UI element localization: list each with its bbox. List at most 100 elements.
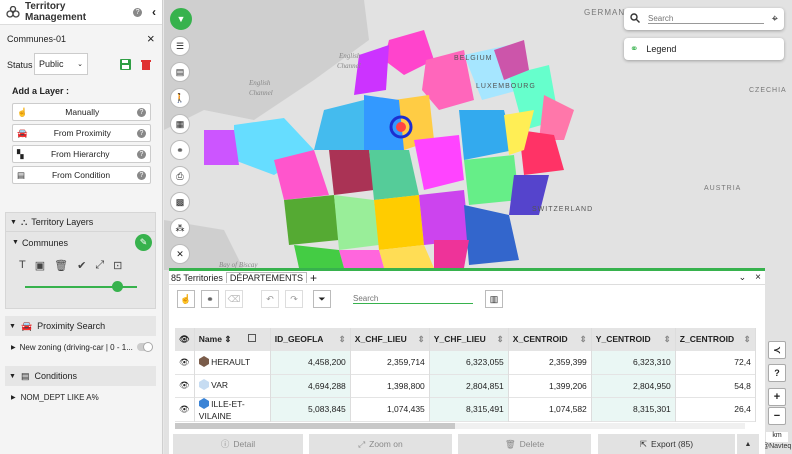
column-header-y-centroid[interactable]: Y_CENTROID ⇕: [591, 328, 676, 351]
status-select[interactable]: Public ⌄: [34, 53, 88, 75]
legend-button[interactable]: ⚭ Legend: [624, 38, 784, 60]
image-icon[interactable]: ▣: [35, 259, 45, 272]
table-cell: 2,359,399: [508, 351, 592, 374]
eraser-button[interactable]: ⌫: [225, 290, 243, 308]
table-cell: 6,323,055: [429, 351, 509, 374]
print-button[interactable]: ⎙: [170, 166, 190, 186]
territory-layers-header[interactable]: ▼ ⛬ Territory Layers: [6, 213, 155, 231]
chart-button[interactable]: ▥: [485, 290, 503, 308]
caret-down-icon: ▼: [10, 218, 17, 226]
checkbox[interactable]: [247, 334, 256, 342]
horizontal-scrollbar[interactable]: [175, 423, 745, 429]
export-button[interactable]: ⇱ Export (85): [598, 434, 735, 454]
territory-button[interactable]: ⚭: [170, 140, 190, 160]
detail-button[interactable]: ⓘ Detail: [173, 434, 303, 454]
select-tool-button[interactable]: ☝: [177, 290, 195, 308]
help-icon[interactable]: ?: [137, 149, 146, 159]
check-circle-icon[interactable]: ✔: [77, 259, 86, 272]
zoom-extent-icon[interactable]: ⊡: [113, 259, 122, 272]
visibility-toggle[interactable]: 👁: [175, 374, 195, 397]
territory-name-cell: HERAULT: [194, 351, 271, 374]
help-button[interactable]: ?: [768, 364, 786, 382]
close-icon[interactable]: ×: [755, 272, 761, 283]
visibility-toggle[interactable]: 👁: [175, 397, 195, 421]
eraser-icon: ⌫: [227, 293, 241, 304]
condition-item[interactable]: ▶ NOM_DEPT LIKE A%: [5, 386, 156, 408]
zoom-in-button[interactable]: +: [768, 388, 786, 406]
tiles-icon: ▩: [175, 196, 185, 207]
proximity-section: ▼ 🚘 Proximity Search ▶ New zoning (driving-…: [5, 316, 156, 366]
column-header-name[interactable]: Name ⇕: [194, 328, 271, 351]
column-header-id-geofla[interactable]: ID_GEOFLA ⇕: [270, 328, 351, 351]
help-icon[interactable]: ?: [137, 128, 146, 138]
collapse-panel-icon[interactable]: ‹: [152, 5, 156, 19]
layers-button[interactable]: ☰: [170, 36, 190, 56]
share-button[interactable]: ≺: [768, 341, 786, 359]
edit-icon[interactable]: ✎: [135, 234, 152, 251]
network-button[interactable]: ⁂: [170, 218, 190, 238]
hexagon-icon: [198, 355, 209, 369]
tab-departements[interactable]: DÉPARTEMENTS: [225, 272, 308, 283]
add-from-hierarchy-button[interactable]: ▚ From Hierarchy?: [12, 145, 151, 163]
trash-icon[interactable]: [141, 59, 151, 72]
communes-layer-row[interactable]: ▼ Communes ✎: [6, 231, 155, 253]
column-header-x-chf-lieu[interactable]: X_CHF_LIEU ⇕: [350, 328, 430, 351]
person-walking-icon: 🚶: [174, 92, 186, 103]
export-options-button[interactable]: ▲: [737, 434, 759, 454]
tools-button[interactable]: ✕: [170, 244, 190, 264]
conditions-header[interactable]: ▼ ▤ Conditions: [5, 366, 156, 386]
proximity-header[interactable]: ▼ 🚘 Proximity Search: [5, 316, 156, 336]
table-row[interactable]: 👁 ILLE-ET-VILAINE 5,083,845 1,074,435 8,315…: [175, 397, 756, 421]
add-from-condition-button[interactable]: ▤ From Condition?: [12, 166, 151, 184]
visibility-toggle[interactable]: 👁: [175, 351, 195, 374]
hand-pointer-icon: ☝: [180, 293, 192, 304]
chevron-down-icon[interactable]: ⌄: [739, 272, 747, 283]
add-tab-icon[interactable]: +: [310, 271, 317, 285]
map-search-box[interactable]: ⌖: [624, 8, 784, 30]
toolbar-toggle-button[interactable]: ▼: [170, 8, 192, 30]
wrench-icon: ✕: [176, 248, 184, 259]
map-search-input[interactable]: [648, 14, 764, 24]
tiles-button[interactable]: ▩: [170, 192, 190, 212]
label-austria: AUSTRIA: [704, 185, 741, 192]
map-table-button[interactable]: ▦: [170, 114, 190, 134]
eye-icon: 👁: [179, 380, 190, 390]
button-label: Detail: [233, 439, 256, 449]
column-header-x-centroid[interactable]: X_CENTROID ⇕: [508, 328, 592, 351]
expand-icon[interactable]: ⤢: [95, 259, 104, 272]
undo-button[interactable]: ↶: [261, 290, 279, 308]
button-label: Zoom on: [369, 439, 403, 449]
trash-icon[interactable]: 🗑: [54, 259, 68, 272]
locate-icon[interactable]: ⌖: [772, 13, 778, 26]
data-layers-button[interactable]: ▤: [170, 62, 190, 82]
status-label: Status: [7, 60, 33, 70]
delete-button[interactable]: 🗑 Delete: [458, 434, 591, 454]
walk-button[interactable]: 🚶: [170, 88, 190, 108]
table-cell: 2,804,950: [591, 374, 676, 397]
table-row[interactable]: 👁 VAR 4,694,288 1,398,800 2,804,851 1,399,20…: [175, 374, 756, 397]
help-icon[interactable]: ?: [133, 7, 142, 17]
slider-handle[interactable]: [111, 281, 123, 292]
bar-chart-icon: ▥: [489, 293, 499, 304]
redo-button[interactable]: ↷: [285, 290, 303, 308]
help-icon[interactable]: ?: [137, 107, 146, 117]
toggle-switch[interactable]: [136, 342, 153, 352]
territory-tool-button[interactable]: ⚭: [201, 290, 219, 308]
opacity-slider[interactable]: [6, 277, 155, 297]
text-icon[interactable]: T: [19, 259, 26, 271]
column-header-y-chf-lieu[interactable]: Y_CHF_LIEU ⇕: [429, 328, 509, 351]
zoom-out-button[interactable]: −: [768, 407, 786, 425]
save-icon[interactable]: [120, 59, 131, 72]
add-manually-button[interactable]: ☝ Manually?: [12, 103, 151, 121]
label-switzerland: SWITZERLAND: [532, 206, 593, 213]
close-icon[interactable]: ×: [147, 31, 155, 46]
column-header-z-centroid[interactable]: Z_CENTROID ⇕: [675, 328, 756, 351]
filter-button[interactable]: ⏷: [313, 290, 331, 308]
table-row[interactable]: 👁 HERAULT 4,458,200 2,359,714 6,323,055 2,35…: [175, 351, 756, 374]
zoom-on-button[interactable]: ⤢ Zoom on: [309, 434, 452, 454]
map-toolbar: ▼ ☰ ▤ 🚶 ▦ ⚭ ⎙ ▩ ⁂ ✕ ⚙: [170, 8, 192, 296]
table-search-input[interactable]: [353, 294, 473, 304]
proximity-item[interactable]: ▶ New zoning (driving-car | 0 - 1...: [5, 336, 156, 358]
help-icon[interactable]: ?: [137, 170, 146, 180]
add-from-proximity-button[interactable]: 🚘 From Proximity?: [12, 124, 151, 142]
